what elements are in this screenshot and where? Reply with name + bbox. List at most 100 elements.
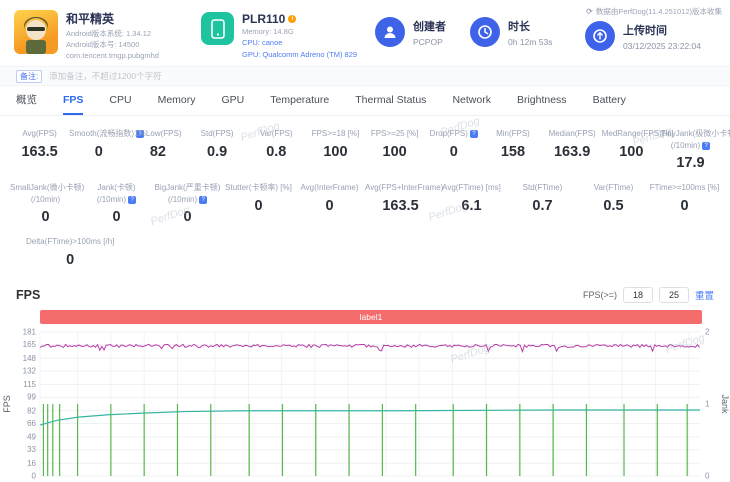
metric-value: 0	[81, 209, 152, 225]
metric-value: 0.8	[247, 144, 306, 160]
tab-brightness[interactable]: Brightness	[517, 86, 567, 115]
metric-jank: Jank(卡顿)(/10min)?0	[81, 182, 152, 225]
metric-label: Median(FPS)	[543, 128, 602, 140]
metric-sublabel: (/10min)?	[661, 140, 720, 152]
svg-text:181: 181	[23, 327, 37, 336]
metric-smalljank: SmallJank(微小卡顿)(/10min)0	[10, 182, 81, 225]
metric-tinyjank: TinyJank(极微小卡顿)(/10min)? 17.9	[661, 128, 720, 171]
tab-cpu[interactable]: CPU	[109, 86, 131, 115]
note-row: 备注: 添加备注，不超过1200个字符	[0, 66, 730, 86]
metric-label: FTime>=100ms [%]	[649, 182, 720, 194]
chart-legend-label1[interactable]: label1	[40, 310, 702, 324]
duration-block: 时长 0h 12m 53s	[470, 17, 552, 47]
refresh-icon: ⟳	[586, 7, 593, 16]
reset-button[interactable]: 重置	[695, 288, 714, 302]
metric-stutter-%: Stutter(卡顿率) [%]0	[223, 182, 294, 225]
device-model: PLR110	[242, 12, 285, 26]
metric-value: 100	[306, 144, 365, 160]
metric-label: TinyJank(极微小卡顿)	[661, 128, 720, 140]
svg-text:99: 99	[27, 393, 36, 402]
metric-label: Avg(FTime) [ms]	[436, 182, 507, 194]
metric-value: 163.5	[10, 144, 69, 160]
svg-text:115: 115	[23, 380, 36, 389]
game-summary: 和平精英 Android版本系统: 1.34.12 Android版本号: 14…	[14, 10, 159, 62]
metric-fps-18-%: FPS>=18 [%] 100	[306, 128, 365, 171]
metric-label: Stutter(卡顿率) [%]	[223, 182, 294, 194]
metric-label: Smooth(流畅指数)?	[69, 128, 128, 140]
metric-ftime-100ms-%: FTime>=100ms [%]0	[649, 182, 720, 225]
metric-label: FPS>=25 [%]	[365, 128, 424, 140]
fps-threshold-label: FPS(>=)	[583, 290, 617, 300]
metric-value: 0.7	[507, 198, 578, 214]
metric-value: 0	[10, 209, 81, 225]
fps-threshold-input-1[interactable]	[623, 287, 653, 303]
info-icon[interactable]: ?	[470, 130, 478, 138]
metric-drop-fps: Drop(FPS)? 0	[424, 128, 483, 171]
svg-text:132: 132	[23, 366, 37, 375]
metric-sublabel: (/10min)?	[81, 194, 152, 206]
metric-value: 163.9	[543, 144, 602, 160]
svg-text:2: 2	[705, 327, 710, 336]
tab-temperature[interactable]: Temperature	[270, 86, 329, 115]
device-memory: Memory: 14.8G	[242, 26, 357, 37]
metric-bigjank: BigJank(严重卡顿)(/10min)?0	[152, 182, 223, 225]
svg-text:82: 82	[27, 406, 36, 415]
collector-version-text: 数据由PerfDog(11.4.251012)版本收集	[596, 6, 722, 17]
metric-value: 17.9	[661, 155, 720, 171]
metric-label: MedRange(FPS)[%]	[602, 128, 661, 140]
metric-fps-25-%: FPS>=25 [%] 100	[365, 128, 424, 171]
metric-sublabel: (/10min)	[10, 194, 81, 206]
metric-value: 0	[152, 209, 223, 225]
tab-network[interactable]: Network	[452, 86, 491, 115]
metric-label: Drop(FPS)?	[424, 128, 483, 140]
tab-gpu[interactable]: GPU	[222, 86, 245, 115]
fps-threshold-input-2[interactable]	[659, 287, 689, 303]
metric-value: 0	[69, 144, 128, 160]
duration-value: 0h 12m 53s	[508, 37, 552, 47]
svg-text:148: 148	[23, 354, 37, 363]
metric-value: 163.5	[365, 198, 436, 214]
metric-value: 0	[294, 198, 365, 214]
metric-label: FPS>=18 [%]	[306, 128, 365, 140]
metric-value: 0	[26, 252, 114, 268]
metric-value: 100	[365, 144, 424, 160]
metric-label: Std(FPS)	[188, 128, 247, 140]
tab-fps[interactable]: FPS	[63, 86, 83, 115]
svg-text:1: 1	[705, 399, 710, 408]
game-package-name: com.tencent.tmgp.pubgmhd	[66, 51, 159, 62]
info-icon[interactable]: ?	[199, 196, 207, 204]
metric-std-ftime: Std(FTime)0.7	[507, 182, 578, 225]
tab-memory[interactable]: Memory	[158, 86, 196, 115]
svg-text:0: 0	[705, 471, 710, 480]
metric-value: 158	[483, 144, 542, 160]
device-info-badge[interactable]: i	[288, 15, 296, 23]
metric-min-fps: Min(FPS) 158	[483, 128, 542, 171]
metric-std-fps: Std(FPS)0.9	[188, 128, 247, 171]
svg-text:16: 16	[27, 459, 36, 468]
creator-label: 创建者	[413, 18, 446, 34]
creator-block: 创建者 PCPOP	[375, 17, 446, 47]
tab-概览[interactable]: 概览	[16, 86, 37, 115]
metric-label: Min(FPS)	[483, 128, 542, 140]
tab-thermal-status[interactable]: Thermal Status	[355, 86, 426, 115]
info-icon[interactable]: ?	[702, 142, 710, 150]
tab-battery[interactable]: Battery	[593, 86, 626, 115]
metrics-panel: Avg(FPS)163.5Smooth(流畅指数)?01%Low(FPS)82S…	[0, 116, 730, 281]
device-summary: PLR110 i Memory: 14.8G CPU: canoe GPU: Q…	[201, 12, 357, 60]
svg-text:0: 0	[32, 471, 37, 480]
info-icon[interactable]: ?	[128, 196, 136, 204]
note-label: 备注:	[16, 70, 42, 83]
metric-label: Var(FTime)	[578, 182, 649, 194]
upload-time-label: 上传时间	[623, 22, 701, 38]
metric-avg-ftime-ms: Avg(FTime) [ms]6.1	[436, 182, 507, 225]
fps-section-header: FPS FPS(>=) 重置	[0, 281, 730, 307]
metric-1%low-fps: 1%Low(FPS)82	[128, 128, 187, 171]
svg-text:33: 33	[27, 445, 36, 454]
note-input[interactable]: 添加备注，不超过1200个字符	[49, 70, 161, 82]
collector-version-note: ⟳ 数据由PerfDog(11.4.251012)版本收集	[586, 6, 722, 17]
device-cpu: CPU: canoe	[242, 37, 357, 48]
metric-value: 0	[424, 144, 483, 160]
metric-delta-ftime-100ms-h: Delta(FTime)>100ms [/h]0	[10, 236, 130, 268]
phone-icon	[201, 12, 234, 45]
metric-var-fps: Var(FPS)0.8	[247, 128, 306, 171]
